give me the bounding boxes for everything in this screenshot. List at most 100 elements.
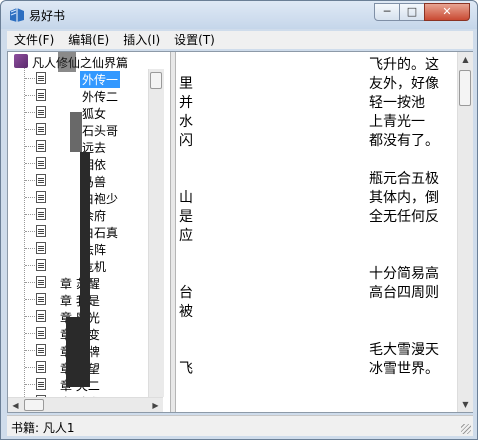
close-button[interactable]: ✕ — [424, 3, 470, 21]
redaction-block — [58, 52, 76, 72]
content-text-left: 被 — [179, 304, 193, 320]
tree-item-label: 外传一 — [80, 71, 121, 88]
tree-item[interactable]: 章 苏醒 — [8, 274, 148, 291]
tree-connector — [25, 95, 35, 96]
content-text-right: 都没有了。 — [369, 133, 439, 149]
content-vertical-scrollbar[interactable]: ▲ ▼ — [457, 52, 473, 412]
tree-connector — [25, 248, 35, 249]
document-icon — [36, 293, 46, 305]
content-text-left: 水 — [179, 114, 193, 130]
document-icon — [36, 276, 46, 288]
menu-bar: 文件(F) 编辑(E) 插入(I) 设置(T) — [7, 31, 473, 49]
book-icon — [14, 54, 28, 68]
content-text-left: 里 — [179, 76, 193, 92]
chapter-tree[interactable]: 凡人修仙之仙界篇 外传一 外传二 狐女 石头哥 远去 相依 马兽 白袍少 余府 白石真 法阵 危机章 … — [8, 52, 170, 412]
main-frame: 凡人修仙之仙界篇 外传一 外传二 狐女 石头哥 远去 相依 马兽 白袍少 余府 白石真 法阵 危机章 … — [7, 51, 473, 413]
tree-item[interactable]: 相依 — [8, 155, 148, 172]
tree-connector — [25, 265, 35, 266]
content-text-right: 瓶元合五极 — [369, 171, 439, 187]
document-icon — [36, 208, 46, 220]
tree-connector — [25, 163, 35, 164]
tree-connector — [25, 350, 35, 351]
tree-scroll-thumb[interactable] — [150, 72, 162, 89]
document-icon — [36, 157, 46, 169]
scroll-right-arrow-icon[interactable]: ▶ — [148, 398, 163, 412]
scroll-up-arrow-icon[interactable]: ▲ — [458, 52, 473, 67]
tree-connector — [25, 180, 35, 181]
tree-root-label: 凡人修仙之仙界篇 — [32, 56, 129, 70]
reading-pane[interactable]: 飞升的。这里 友外，好像并 轻一按池水 上青光一闪 都没有了。 瓶元合五极山 其体内，倒是 全… — [175, 52, 457, 412]
document-icon — [36, 140, 46, 152]
tree-item[interactable]: 危机 — [8, 257, 148, 274]
title-bar[interactable]: 易好书 ─ □ ✕ — [1, 1, 477, 29]
scroll-down-arrow-icon[interactable]: ▼ — [458, 397, 473, 412]
tree-horizontal-scrollbar[interactable]: ◀ ▶ — [8, 397, 163, 412]
document-icon — [36, 72, 46, 84]
menu-edit[interactable]: 编辑(E) — [61, 31, 116, 49]
redaction-block — [70, 112, 82, 152]
content-text-left: 山 — [179, 190, 193, 206]
document-icon — [36, 191, 46, 203]
content-scroll-thumb[interactable] — [459, 70, 471, 106]
document-icon — [36, 242, 46, 254]
content-text-right: 上青光一 — [369, 114, 425, 130]
content-text-right: 十分简易高 — [369, 266, 439, 282]
book-app-icon — [10, 8, 24, 22]
resize-grip-icon[interactable] — [461, 424, 471, 434]
tree-item[interactable]: 白袍少 — [8, 189, 148, 206]
tree-connector — [25, 129, 35, 130]
content-text-right: 飞升的。这 — [369, 57, 439, 73]
tree-item-label: 石头哥 — [82, 124, 119, 138]
status-label: 书籍: — [11, 421, 40, 435]
content-text-right: 全无任何反 — [369, 209, 439, 225]
tree-root[interactable]: 凡人修仙之仙界篇 — [8, 53, 148, 70]
tree-connector — [25, 78, 35, 79]
content-text-right: 高台四周则 — [369, 285, 439, 301]
content-text-left: 闪 — [179, 133, 193, 149]
document-icon — [36, 123, 46, 135]
tree-vertical-scrollbar[interactable] — [148, 69, 164, 397]
document-icon — [36, 361, 46, 373]
redaction-block — [80, 152, 90, 387]
tree-item-label: 外传二 — [82, 90, 119, 104]
content-text-left: 是 — [179, 209, 193, 225]
tree-item[interactable]: 法阵 — [8, 240, 148, 257]
menu-settings[interactable]: 设置(T) — [167, 31, 222, 49]
minimize-button[interactable]: ─ — [374, 3, 400, 21]
document-icon — [36, 106, 46, 118]
tree-connector — [25, 384, 35, 385]
tree-item[interactable]: 马兽 — [8, 172, 148, 189]
document-icon — [36, 344, 46, 356]
content-text-right: 友外，好像 — [369, 76, 439, 92]
content-text-left: 应 — [179, 228, 193, 244]
content-text-right: 毛大雪漫天 — [369, 342, 439, 358]
content-text-left: 并 — [179, 95, 193, 111]
window-title: 易好书 — [29, 9, 66, 23]
tree-item[interactable]: 余府 — [8, 206, 148, 223]
status-bar: 书籍: 凡人1 — [7, 415, 473, 436]
tree-connector — [25, 112, 35, 113]
tree-connector — [25, 214, 35, 215]
tree-item[interactable]: 外传二 — [8, 87, 148, 104]
document-icon — [36, 225, 46, 237]
tree-item-label: 狐女 — [82, 107, 107, 121]
tree-connector — [25, 282, 35, 283]
redaction-block — [66, 317, 80, 387]
app-window: 易好书 ─ □ ✕ 文件(F) 编辑(E) 插入(I) 设置(T) 凡人修仙之仙… — [0, 0, 478, 440]
menu-insert[interactable]: 插入(I) — [116, 31, 167, 49]
maximize-button[interactable]: □ — [399, 3, 425, 21]
menu-file[interactable]: 文件(F) — [7, 31, 61, 49]
scroll-left-arrow-icon[interactable]: ◀ — [8, 398, 23, 412]
tree-connector — [25, 231, 35, 232]
tree-item[interactable]: 白石真 — [8, 223, 148, 240]
tree-item[interactable]: 外传一 — [8, 70, 148, 88]
document-icon — [36, 89, 46, 101]
tree-item[interactable]: 章 我是 — [8, 291, 148, 308]
tree-hscroll-thumb[interactable] — [24, 399, 44, 411]
status-text: 书籍: 凡人1 — [11, 419, 75, 436]
tree-connector — [25, 367, 35, 368]
tree-connector — [25, 146, 35, 147]
status-book-name: 凡人1 — [42, 421, 75, 435]
content-text-left: 飞 — [179, 361, 193, 377]
document-icon — [36, 327, 46, 339]
